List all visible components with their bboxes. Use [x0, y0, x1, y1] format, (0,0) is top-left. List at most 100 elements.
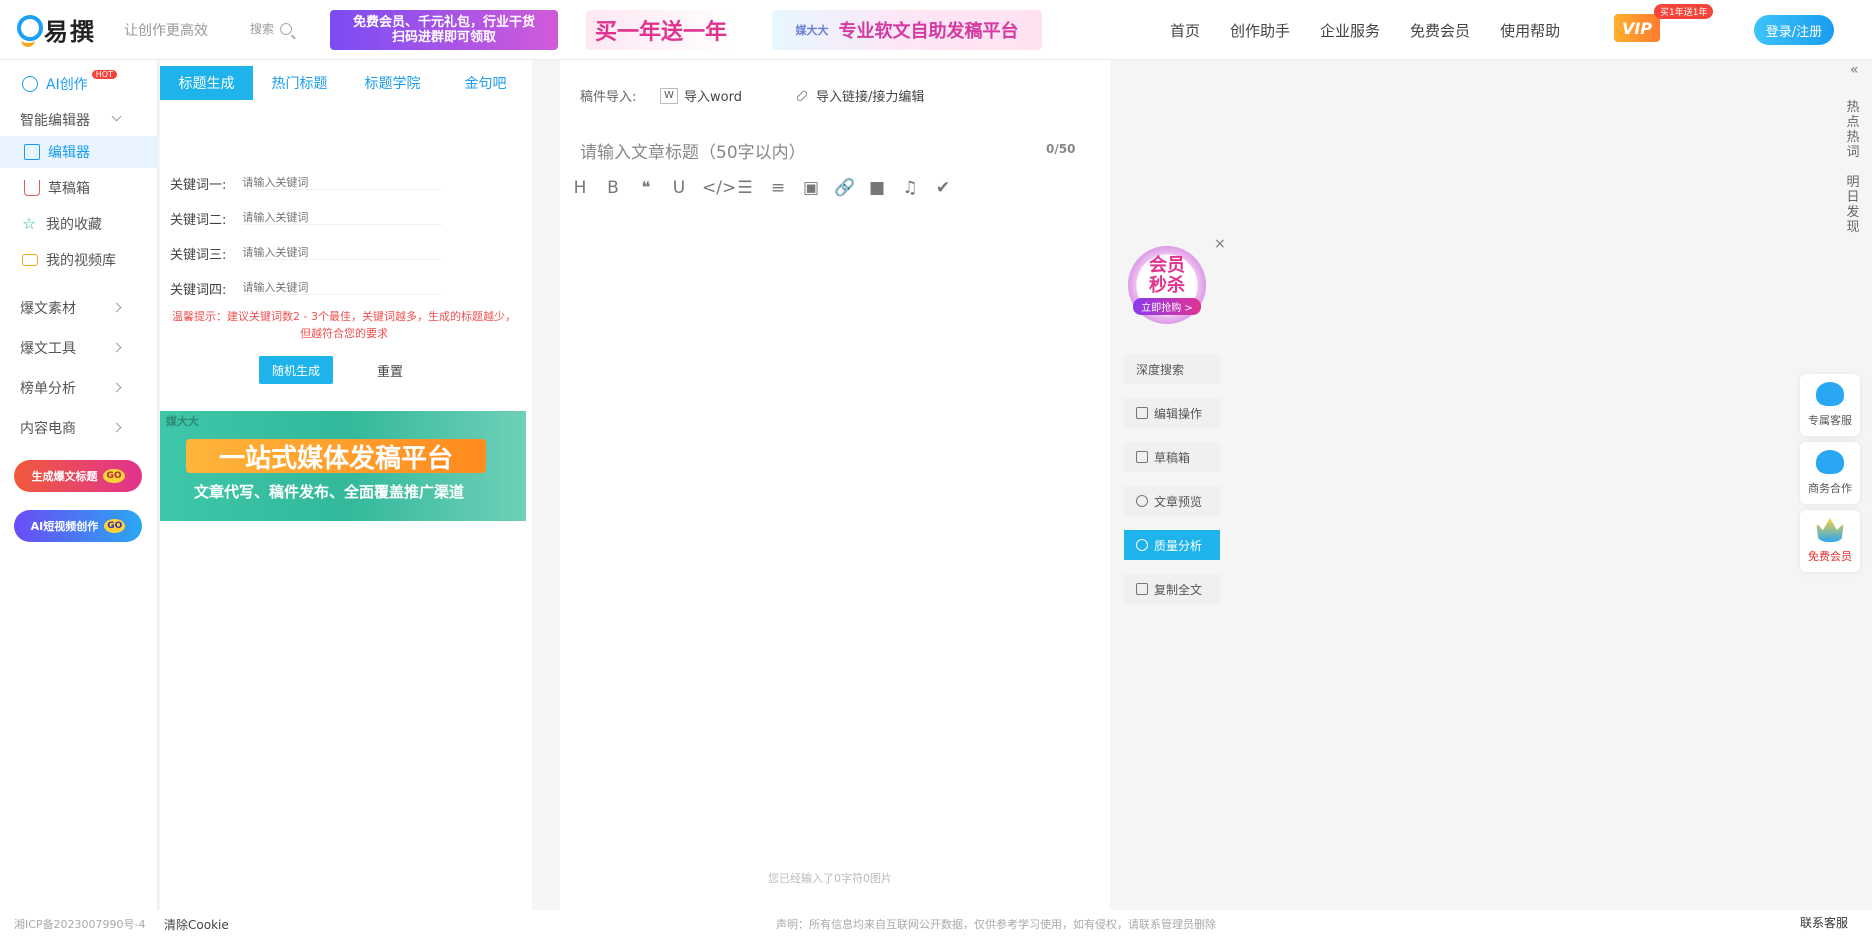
- sidebar-item-label: 智能编辑器: [20, 113, 90, 129]
- sidebar-item-ai-create[interactable]: AI创作 HOT: [0, 68, 158, 100]
- vip-button[interactable]: VIP: [1614, 14, 1660, 42]
- article-title-input[interactable]: 请输入文章标题（50字以内）: [580, 138, 806, 163]
- reset-button[interactable]: 重置: [370, 356, 410, 384]
- sidebar-item-tools[interactable]: 爆文工具: [0, 332, 158, 364]
- sidebar-item-ranking[interactable]: 榜单分析: [0, 372, 158, 404]
- seckill-line2: 秒杀: [1149, 274, 1185, 296]
- keyword-row-4: 关键词四:: [170, 273, 530, 303]
- ad-banner[interactable]: 媒大大 一站式媒体发稿平台 文章代写、稿件发布、全面覆盖推广渠道: [160, 411, 526, 521]
- promo-title-generator-button[interactable]: 生成爆文标题 GO: [14, 460, 142, 492]
- bold-icon[interactable]: B: [603, 178, 623, 198]
- sidebar-item-drafts[interactable]: 草稿箱: [0, 172, 158, 204]
- nav-assistant[interactable]: 创作助手: [1230, 20, 1290, 41]
- heading-icon[interactable]: H: [570, 178, 590, 198]
- nav-help[interactable]: 使用帮助: [1500, 20, 1560, 41]
- float-business[interactable]: 商务合作: [1800, 442, 1860, 504]
- icp-record[interactable]: 湘ICP备2023007990号-4: [14, 916, 146, 932]
- banner-press-platform-text: 专业软文自助发稿平台: [838, 21, 1019, 42]
- link-icon[interactable]: 🔗: [834, 178, 855, 198]
- random-generate-button[interactable]: 随机生成: [259, 356, 333, 384]
- float-label: 专属客服: [1808, 414, 1852, 427]
- logo-mark-icon: [16, 13, 43, 47]
- promo-title-generator-label: 生成爆文标题: [31, 470, 98, 483]
- target-icon: [1136, 539, 1148, 551]
- sidebar-item-label: 我的视频库: [46, 253, 116, 269]
- unordered-list-icon[interactable]: ≡: [768, 178, 788, 198]
- banner-free-member-line2: 扫码进群即可领取: [391, 30, 496, 45]
- chevron-right-icon: [111, 302, 122, 313]
- hot-words-tab[interactable]: 热点热词 明日发现: [1842, 100, 1864, 235]
- keyword-label: 关键词三:: [170, 247, 227, 263]
- sidebar-item-smart-editor[interactable]: 智能编辑器: [0, 104, 158, 136]
- tool-label: 深度搜索: [1136, 362, 1185, 377]
- keyword-input-1[interactable]: [242, 176, 443, 190]
- import-word-button[interactable]: W 导入word: [660, 86, 742, 105]
- edit-icon: [1136, 407, 1148, 419]
- sidebar-item-ecommerce[interactable]: 内容电商: [0, 412, 158, 444]
- sidebar-item-material[interactable]: 爆文素材: [0, 292, 158, 324]
- import-link-label: 导入链接/接力编辑: [816, 90, 925, 105]
- nav-free-member[interactable]: 免费会员: [1410, 20, 1470, 41]
- video-icon: [22, 254, 38, 266]
- code-icon[interactable]: </>: [702, 178, 736, 198]
- banner-free-member[interactable]: 免费会员、千元礼包，行业干货 扫码进群即可领取: [330, 10, 558, 50]
- music-icon[interactable]: ♫: [900, 178, 920, 198]
- search-button[interactable]: 搜索: [250, 20, 293, 37]
- float-free-member[interactable]: 免费会员: [1800, 510, 1860, 572]
- float-customer-service[interactable]: 专属客服: [1800, 374, 1860, 436]
- clear-cookie-link[interactable]: 清除Cookie: [164, 916, 229, 933]
- tab-hot-titles[interactable]: 热门标题: [253, 66, 346, 100]
- underline-icon[interactable]: U: [669, 178, 689, 198]
- check-icon[interactable]: ✔: [933, 178, 953, 198]
- tab-title-generate[interactable]: 标题生成: [160, 66, 253, 100]
- sidebar-item-video-library[interactable]: 我的视频库: [0, 244, 158, 276]
- sidebar-item-editor[interactable]: 编辑器: [0, 136, 158, 168]
- ad-subline: 文章代写、稿件发布、全面覆盖推广渠道: [194, 483, 465, 501]
- tool-copy-all[interactable]: 复制全文: [1124, 574, 1220, 604]
- disclaimer: 声明：所有信息均来自互联网公开数据，仅供参考学习使用，如有侵权，请联系管理员删除: [776, 918, 1216, 931]
- sidebar-item-label: 我的收藏: [46, 217, 102, 233]
- login-button[interactable]: 登录/注册: [1754, 15, 1834, 45]
- tab-title-academy[interactable]: 标题学院: [346, 66, 439, 100]
- seckill-cta: 立即抢购 >: [1133, 297, 1201, 315]
- sidebar-item-label: 爆文工具: [20, 341, 76, 357]
- import-link-button[interactable]: 导入链接/接力编辑: [795, 86, 925, 105]
- editor-toolbar: H B ❝ U </> ☰ ≡ ▣ 🔗 ■ ♫ ✔: [570, 178, 953, 198]
- keyword-input-4[interactable]: [242, 281, 443, 295]
- ordered-list-icon[interactable]: ☰: [735, 178, 755, 198]
- tool-label: 质量分析: [1154, 538, 1203, 553]
- grid-icon: [24, 144, 40, 160]
- banner-buy-one-get-one[interactable]: 买一年送一年: [586, 10, 736, 50]
- promo-ai-video-button[interactable]: AI短视频创作 GO: [14, 510, 142, 542]
- tool-quality-analysis[interactable]: 质量分析: [1124, 530, 1220, 560]
- image-icon[interactable]: ▣: [801, 178, 821, 198]
- contact-service-link[interactable]: 联系客服: [1800, 914, 1848, 931]
- tool-deep-search[interactable]: 深度搜索: [1124, 354, 1220, 384]
- tool-label: 草稿箱: [1154, 450, 1191, 465]
- logo[interactable]: 易撰: [16, 12, 96, 47]
- title-char-count: 0/50: [1046, 142, 1076, 156]
- keyword-input-2[interactable]: [242, 211, 443, 225]
- nav-enterprise[interactable]: 企业服务: [1320, 20, 1380, 41]
- close-icon[interactable]: ×: [1214, 236, 1226, 252]
- sidebar-item-favorites[interactable]: ☆ 我的收藏: [0, 208, 158, 240]
- nav-home[interactable]: 首页: [1170, 20, 1200, 41]
- ai-icon: [22, 76, 38, 92]
- tool-preview[interactable]: 文章预览: [1124, 486, 1220, 516]
- video-icon[interactable]: ■: [867, 178, 887, 198]
- crown-icon: [1816, 518, 1844, 542]
- tool-edit-operations[interactable]: 编辑操作: [1124, 398, 1220, 428]
- slogan: 让创作更高效: [124, 23, 208, 39]
- sidebar-item-label: 内容电商: [20, 421, 76, 437]
- banner-press-platform[interactable]: 媒大大 专业软文自助发稿平台: [772, 10, 1042, 50]
- keyword-row-1: 关键词一:: [170, 168, 530, 198]
- quote-icon[interactable]: ❝: [636, 178, 656, 198]
- ad-headline: 一站式媒体发稿平台: [186, 439, 486, 474]
- daily-discover-label[interactable]: 明日发现: [1846, 175, 1859, 235]
- member-seckill-badge[interactable]: 会员 秒杀 立即抢购 >: [1128, 246, 1206, 324]
- collapse-icon[interactable]: «: [1850, 62, 1859, 78]
- keyword-input-3[interactable]: [242, 246, 443, 260]
- tab-golden-quotes[interactable]: 金句吧: [439, 66, 532, 100]
- tool-drafts[interactable]: 草稿箱: [1124, 442, 1220, 472]
- sidebar-item-label: 编辑器: [48, 145, 90, 161]
